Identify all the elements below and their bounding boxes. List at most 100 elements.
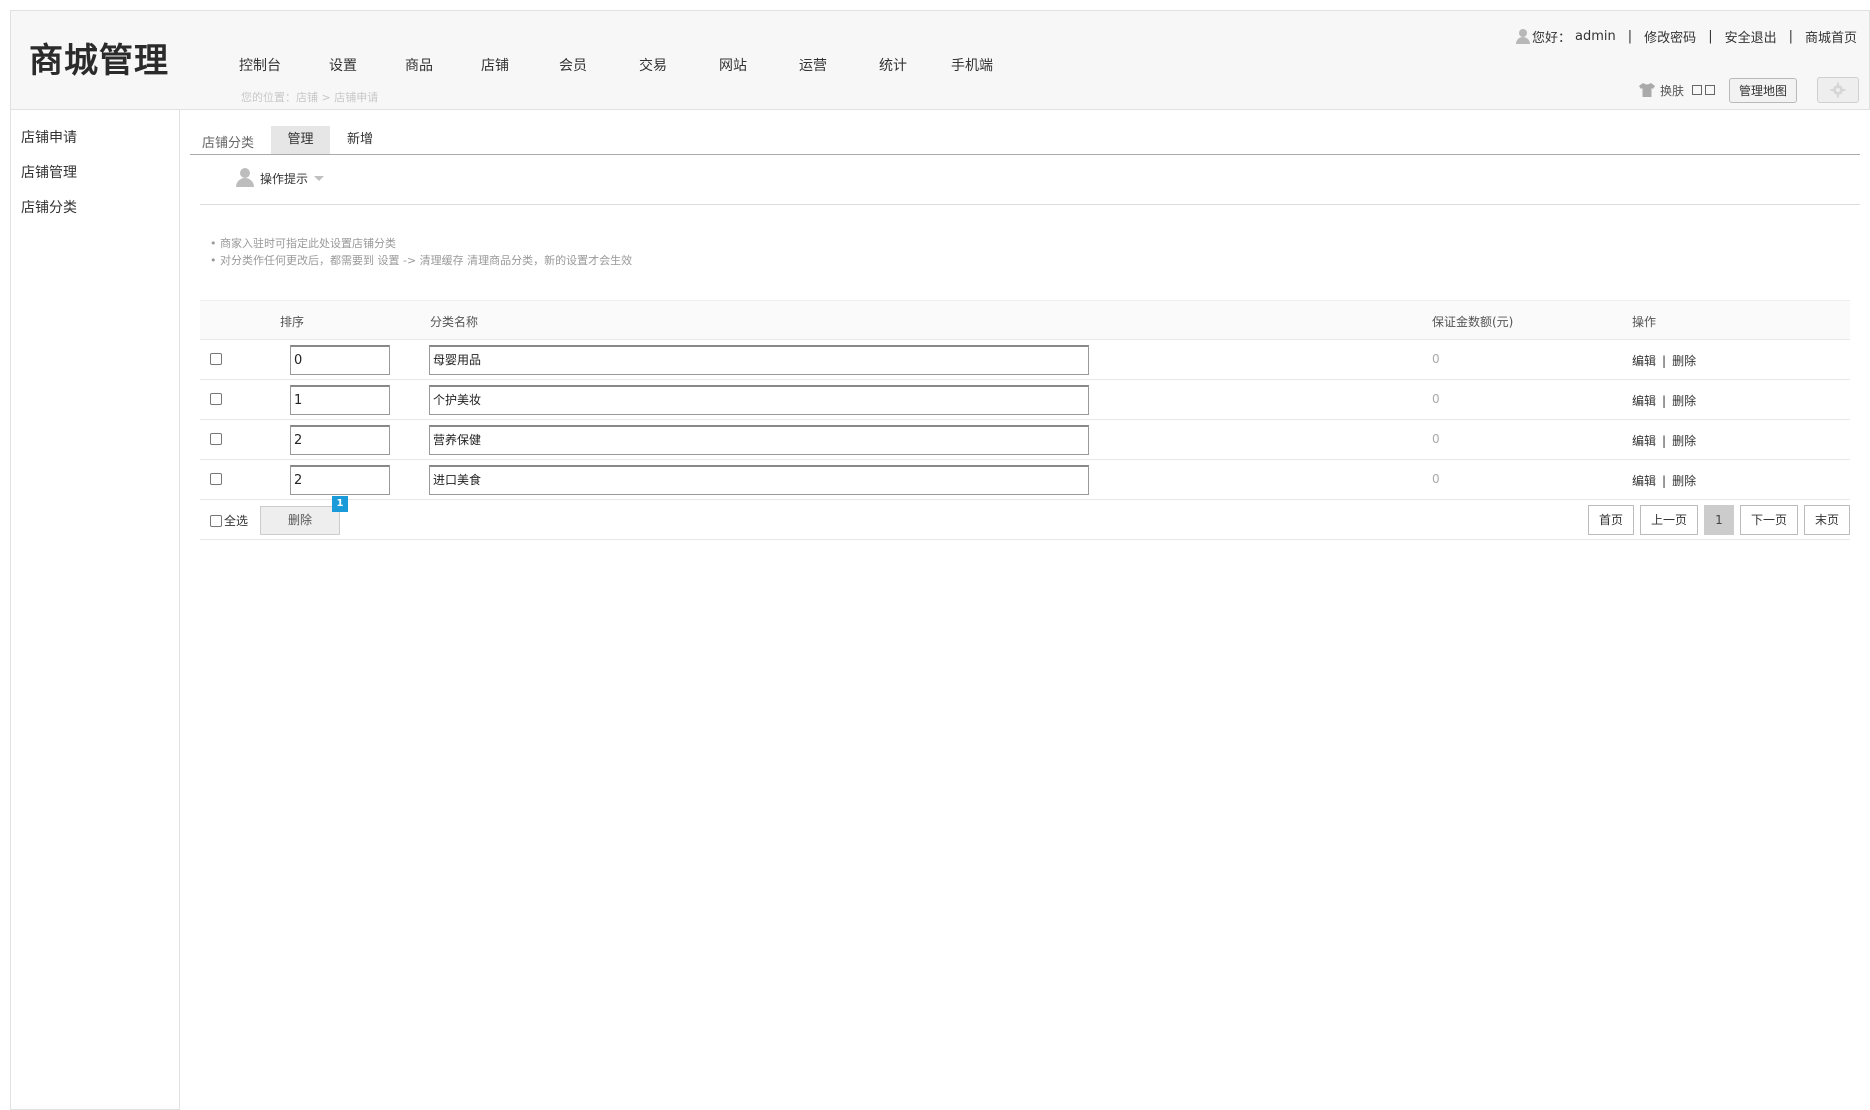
col-sort: 排序 bbox=[280, 315, 305, 329]
row-checkbox[interactable] bbox=[210, 433, 222, 445]
section-title: 店铺分类 bbox=[202, 136, 255, 151]
tshirt-icon[interactable] bbox=[1638, 82, 1656, 98]
row-checkbox[interactable] bbox=[210, 353, 222, 365]
top-header: 商城管理 控制台 设置 商品 店铺 会员 交易 网站 运营 统计 手机端 您的位… bbox=[10, 10, 1870, 110]
divider: | bbox=[1708, 29, 1713, 44]
row-actions: 编辑 | 删除 bbox=[1632, 392, 1696, 409]
row-checkbox[interactable] bbox=[210, 393, 222, 405]
sort-input[interactable]: 2 bbox=[290, 465, 390, 495]
sidebar-item-store-apply[interactable]: 店铺申请 bbox=[11, 121, 179, 156]
delete-link[interactable]: 删除 bbox=[1672, 474, 1696, 488]
divider: | bbox=[1662, 474, 1667, 488]
main-nav: 控制台 设置 商品 店铺 会员 交易 网站 运营 统计 手机端 bbox=[239, 55, 993, 75]
user-icon bbox=[236, 168, 254, 188]
row-actions: 编辑 | 删除 bbox=[1632, 472, 1696, 489]
tip-item: • 对分类作任何更改后，都需要到 设置 -> 清理缓存 清理商品分类，新的设置才… bbox=[210, 254, 633, 267]
skin-option-2[interactable] bbox=[1704, 85, 1715, 95]
delete-link[interactable]: 删除 bbox=[1672, 394, 1696, 408]
divider: | bbox=[1788, 29, 1793, 44]
nav-website[interactable]: 网站 bbox=[719, 55, 747, 75]
category-name-input[interactable]: 营养保健 bbox=[429, 425, 1089, 455]
nav-trade[interactable]: 交易 bbox=[639, 55, 667, 75]
category-table: 排序 分类名称 保证金数额(元) 操作 0 母婴用品 0 编辑 | 删除 1 个护美… bbox=[200, 300, 1850, 540]
tips-list: • 商家入驻时可指定此处设置店铺分类 • 对分类作任何更改后，都需要到 设置 -… bbox=[210, 235, 632, 269]
next-page-button[interactable]: 下一页 bbox=[1739, 505, 1798, 535]
first-page-button[interactable]: 首页 bbox=[1587, 505, 1634, 535]
app-logo: 商城管理 bbox=[29, 41, 169, 81]
nav-goods[interactable]: 商品 bbox=[405, 55, 433, 75]
admin-map-button[interactable]: 管理地图 bbox=[1728, 77, 1797, 103]
tips-toggle[interactable]: 操作提示 bbox=[236, 168, 325, 188]
tab-manage[interactable]: 管理 bbox=[271, 126, 330, 154]
nav-dashboard[interactable]: 控制台 bbox=[239, 55, 281, 75]
sidebar-item-store-category[interactable]: 店铺分类 bbox=[11, 191, 179, 226]
table-row: 0 母婴用品 0 编辑 | 删除 bbox=[200, 340, 1850, 380]
select-all-label[interactable]: 全选 bbox=[224, 512, 248, 529]
edit-link[interactable]: 编辑 bbox=[1632, 394, 1656, 408]
last-page-button[interactable]: 末页 bbox=[1803, 505, 1850, 535]
tab-add[interactable]: 新增 bbox=[330, 126, 390, 154]
row-actions: 编辑 | 删除 bbox=[1632, 432, 1696, 449]
nav-stats[interactable]: 统计 bbox=[879, 55, 907, 75]
row-checkbox[interactable] bbox=[210, 473, 222, 485]
settings-gear-button[interactable] bbox=[1817, 77, 1859, 103]
nav-operation[interactable]: 运营 bbox=[799, 55, 827, 75]
sort-input[interactable]: 1 bbox=[290, 385, 390, 415]
row-actions: 编辑 | 删除 bbox=[1632, 352, 1696, 369]
table-row: 2 营养保健 0 编辑 | 删除 bbox=[200, 420, 1850, 460]
divider: | bbox=[1662, 354, 1667, 368]
skin-label[interactable]: 换肤 bbox=[1660, 82, 1684, 99]
deposit-value: 0 bbox=[1432, 432, 1440, 446]
sidebar: 店铺申请 店铺管理 店铺分类 bbox=[10, 110, 180, 1110]
category-name-input[interactable]: 个护美妆 bbox=[429, 385, 1089, 415]
bulk-delete-button[interactable]: 删除 bbox=[260, 506, 340, 535]
change-password-link[interactable]: 修改密码 bbox=[1644, 27, 1696, 46]
breadcrumb: 您的位置：店铺 > 店铺申请 bbox=[241, 91, 379, 104]
mall-home-link[interactable]: 商城首页 bbox=[1805, 27, 1857, 46]
gear-icon bbox=[1830, 82, 1846, 98]
chevron-down-icon bbox=[314, 175, 325, 181]
user-bar: 您好： admin | 修改密码 | 安全退出 | 商城首页 bbox=[1516, 27, 1857, 46]
col-actions: 操作 bbox=[1632, 315, 1657, 329]
header-tools: 换肤 管理地图 bbox=[1638, 77, 1859, 103]
tips-toggle-label: 操作提示 bbox=[260, 171, 309, 186]
divider: | bbox=[1662, 394, 1667, 408]
tab-bar: 店铺分类 管理 新增 bbox=[190, 126, 1860, 155]
deposit-value: 0 bbox=[1432, 392, 1440, 406]
col-category-name: 分类名称 bbox=[430, 315, 479, 329]
edit-link[interactable]: 编辑 bbox=[1632, 474, 1656, 488]
table-row: 1 个护美妆 0 编辑 | 删除 bbox=[200, 380, 1850, 420]
table-row: 2 进口美食 0 编辑 | 删除 bbox=[200, 460, 1850, 500]
greeting-label: 您好： bbox=[1532, 31, 1572, 46]
category-name-input[interactable]: 母婴用品 bbox=[429, 345, 1089, 375]
sort-input[interactable]: 0 bbox=[290, 345, 390, 375]
sort-input[interactable]: 2 bbox=[290, 425, 390, 455]
nav-member[interactable]: 会员 bbox=[559, 55, 587, 75]
tip-item: • 商家入驻时可指定此处设置店铺分类 bbox=[210, 237, 396, 250]
prev-page-button[interactable]: 上一页 bbox=[1639, 505, 1698, 535]
select-all[interactable]: 全选 bbox=[210, 512, 248, 529]
sidebar-item-store-manage[interactable]: 店铺管理 bbox=[11, 156, 179, 191]
logout-link[interactable]: 安全退出 bbox=[1725, 27, 1777, 46]
delete-link[interactable]: 删除 bbox=[1672, 434, 1696, 448]
username: admin bbox=[1575, 29, 1616, 44]
edit-link[interactable]: 编辑 bbox=[1632, 434, 1656, 448]
divider: | bbox=[1662, 434, 1667, 448]
selection-count-badge: 1 bbox=[332, 496, 348, 512]
select-all-checkbox[interactable] bbox=[210, 514, 222, 527]
table-footer: 全选 删除 1 首页 上一页 1 下一页 末页 bbox=[200, 496, 1850, 540]
nav-mobile[interactable]: 手机端 bbox=[951, 55, 993, 75]
delete-link[interactable]: 删除 bbox=[1672, 354, 1696, 368]
divider: | bbox=[1627, 29, 1633, 44]
nav-settings[interactable]: 设置 bbox=[329, 55, 357, 75]
category-name-input[interactable]: 进口美食 bbox=[429, 465, 1089, 495]
edit-link[interactable]: 编辑 bbox=[1632, 354, 1656, 368]
table-header: 排序 分类名称 保证金数额(元) 操作 bbox=[200, 300, 1850, 340]
deposit-value: 0 bbox=[1432, 352, 1440, 366]
pagination: 首页 上一页 1 下一页 末页 bbox=[1582, 505, 1850, 535]
nav-store[interactable]: 店铺 bbox=[481, 55, 509, 75]
current-page[interactable]: 1 bbox=[1703, 505, 1734, 535]
divider bbox=[200, 204, 1860, 205]
skin-option-1[interactable] bbox=[1691, 85, 1702, 95]
user-icon bbox=[1516, 28, 1531, 45]
